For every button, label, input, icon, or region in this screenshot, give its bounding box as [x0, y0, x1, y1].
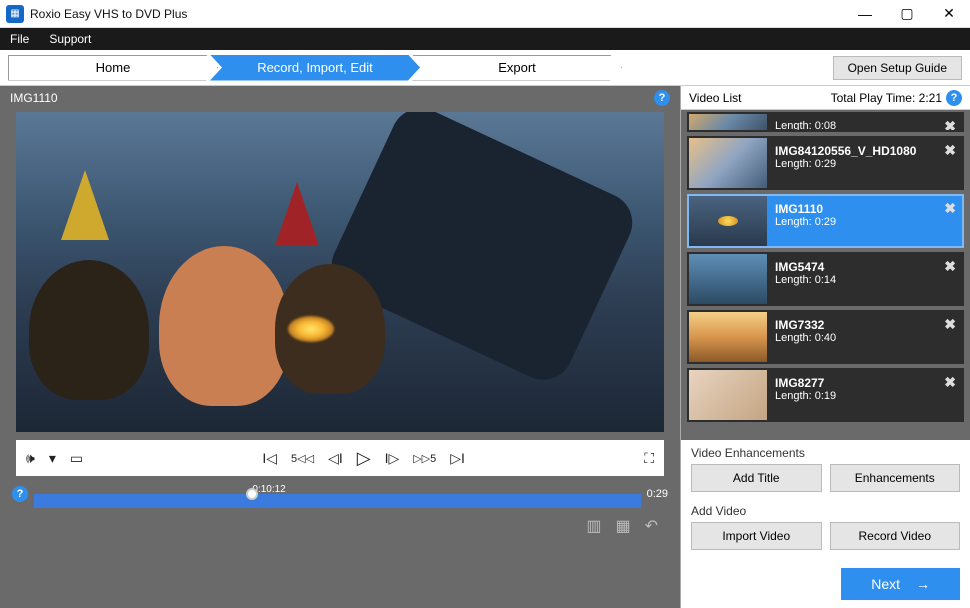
app-logo-icon: ▦	[6, 5, 24, 23]
aspect-icon[interactable]: ▭	[70, 450, 83, 467]
open-setup-guide-button[interactable]: Open Setup Guide	[833, 56, 962, 80]
clip-length: Length: 0:40	[775, 332, 954, 344]
video-list-pane: Video List Total Play Time: 2:21 ? Lengt…	[680, 86, 970, 608]
clip-length: Length: 0:08	[775, 120, 954, 132]
forward-fast-icon[interactable]: ▷▷5	[413, 452, 436, 465]
timeline-end: 0:29	[647, 488, 668, 500]
timeline-help-icon[interactable]: ?	[12, 486, 28, 502]
tab-home[interactable]: Home	[8, 55, 218, 81]
volume-icon[interactable]: 🕪	[26, 450, 35, 467]
clip-length: Length: 0:19	[775, 390, 954, 402]
undo-icon[interactable]: ↶	[645, 516, 658, 536]
list-item[interactable]: IMG84120556_V_HD1080Length: 0:29✖	[687, 136, 964, 190]
clip-length: Length: 0:14	[775, 274, 954, 286]
thumbnail	[689, 312, 767, 362]
menu-bar: File Support	[0, 28, 970, 50]
clip-name: IMG7332	[775, 318, 954, 332]
help-icon[interactable]: ?	[654, 90, 670, 106]
video-list-header: Video List	[689, 91, 741, 105]
close-icon[interactable]: ✕	[928, 0, 970, 28]
list-item[interactable]: IMG8277Length: 0:19✖	[687, 368, 964, 422]
clip-name: IMG1110	[775, 202, 954, 216]
maximize-icon[interactable]: ▢	[886, 0, 928, 28]
enhancements-button[interactable]: Enhancements	[830, 464, 961, 492]
import-video-button[interactable]: Import Video	[691, 522, 822, 550]
remove-clip-icon[interactable]: ✖	[944, 142, 956, 159]
window-title: Roxio Easy VHS to DVD Plus	[30, 7, 187, 21]
arrow-right-icon: →	[916, 576, 930, 592]
thumbnail	[689, 254, 767, 304]
skip-start-icon[interactable]: I◁	[262, 450, 277, 467]
clip-name: IMG8277	[775, 376, 954, 390]
record-video-button[interactable]: Record Video	[830, 522, 961, 550]
play-icon[interactable]: ▷	[357, 448, 371, 469]
skip-end-icon[interactable]: ▷I	[450, 450, 465, 467]
remove-clip-icon[interactable]: ✖	[944, 118, 956, 132]
clip-name: IMG5474	[775, 260, 954, 274]
remove-clip-icon[interactable]: ✖	[944, 374, 956, 391]
card-icon[interactable]: ▦	[615, 516, 630, 536]
minimize-icon[interactable]: —	[844, 0, 886, 28]
thumbnail	[689, 114, 767, 130]
volume-dropdown-icon[interactable]: ▾	[49, 450, 56, 467]
next-button[interactable]: Next →	[841, 568, 960, 600]
remove-clip-icon[interactable]: ✖	[944, 316, 956, 333]
filmstrip-icon[interactable]: ▥	[586, 516, 601, 536]
thumbnail	[689, 196, 767, 246]
remove-clip-icon[interactable]: ✖	[944, 200, 956, 217]
step-fwd-icon[interactable]: I▷	[385, 450, 400, 467]
list-item[interactable]: IMG5474Length: 0:14✖	[687, 252, 964, 306]
remove-clip-icon[interactable]: ✖	[944, 258, 956, 275]
title-bar: ▦ Roxio Easy VHS to DVD Plus — ▢ ✕	[0, 0, 970, 28]
thumbnail	[689, 370, 767, 420]
thumbnail	[689, 138, 767, 188]
preview-pane: IMG1110 ? 🕪 ▾ ▭ I◁ 5◁◁ ◁I ▷ I▷ ▷▷5 ▷I	[0, 86, 680, 608]
tab-record-import-edit[interactable]: Record, Import, Edit	[210, 55, 420, 81]
playback-controls: 🕪 ▾ ▭ I◁ 5◁◁ ◁I ▷ I▷ ▷▷5 ▷I ⛶	[16, 440, 664, 476]
clip-length: Length: 0:29	[775, 158, 954, 170]
list-item[interactable]: Length: 0:08✖	[687, 112, 964, 132]
step-back-icon[interactable]: ◁I	[328, 450, 343, 467]
menu-support[interactable]: Support	[43, 30, 97, 48]
fullscreen-icon[interactable]: ⛶	[644, 450, 654, 467]
enhancements-label: Video Enhancements	[681, 440, 970, 462]
add-video-label: Add Video	[681, 498, 970, 520]
tab-export[interactable]: Export	[412, 55, 622, 81]
video-preview	[16, 112, 664, 432]
timeline[interactable]: 0:10:12	[34, 480, 641, 508]
add-title-button[interactable]: Add Title	[691, 464, 822, 492]
preview-title: IMG1110	[10, 91, 58, 105]
list-item[interactable]: IMG1110Length: 0:29✖	[687, 194, 964, 248]
step-nav: Home Record, Import, Edit Export Open Se…	[0, 50, 970, 86]
list-help-icon[interactable]: ?	[946, 90, 962, 106]
list-item[interactable]: IMG7332Length: 0:40✖	[687, 310, 964, 364]
clip-length: Length: 0:29	[775, 216, 954, 228]
video-list: Length: 0:08✖IMG84120556_V_HD1080Length:…	[681, 110, 970, 440]
rewind-fast-icon[interactable]: 5◁◁	[291, 452, 314, 465]
clip-name: IMG84120556_V_HD1080	[775, 144, 954, 158]
menu-file[interactable]: File	[4, 30, 35, 48]
